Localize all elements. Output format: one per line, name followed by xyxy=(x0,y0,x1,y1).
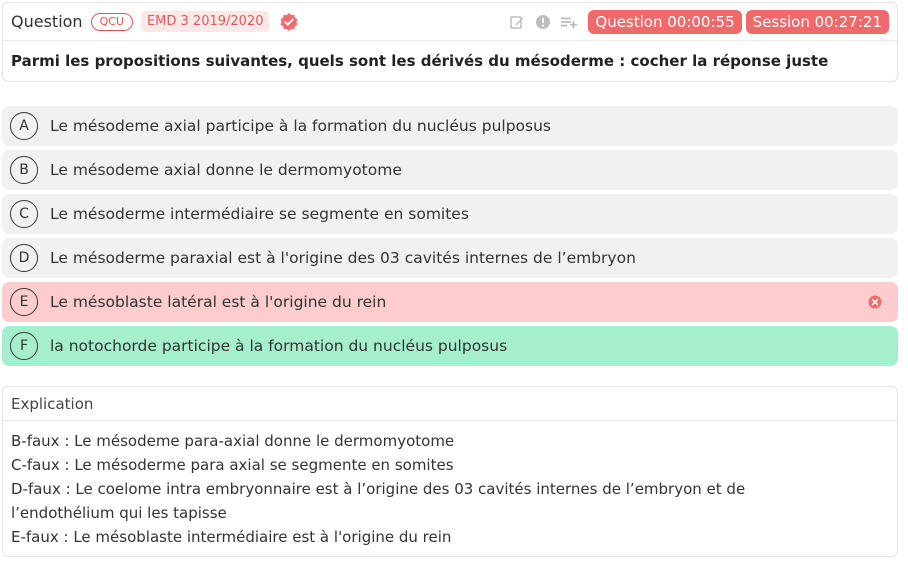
question-type-badge: QCU xyxy=(90,12,133,31)
edit-icon[interactable] xyxy=(508,13,526,31)
question-timer: Question 00:00:55 xyxy=(588,9,742,34)
explanation-line: B-faux : Le mésodeme para-axial donne le… xyxy=(11,432,455,450)
option-letter: E xyxy=(10,288,38,316)
add-to-playlist-icon[interactable] xyxy=(560,13,578,31)
wrong-answer-icon xyxy=(868,294,882,309)
question-text: Parmi les propositions suivantes, quels … xyxy=(11,52,829,70)
option-a[interactable]: A Le mésodeme axial participe à la forma… xyxy=(2,106,898,146)
option-d[interactable]: D Le mésoderme paraxial est à l'origine … xyxy=(2,238,898,278)
option-b[interactable]: B Le mésodeme axial donne le dermomyotom… xyxy=(2,150,898,190)
option-text: Le mésodeme axial participe à la formati… xyxy=(50,117,551,135)
option-text: Le mésoderme intermédiaire se segmente e… xyxy=(50,205,469,223)
explanation-line: E-faux : Le mésoblaste intermédiaire est… xyxy=(11,528,452,546)
explanation-card: Explication B-faux : Le mésodeme para-ax… xyxy=(2,386,898,557)
question-header: Question QCU EMD 3 2019/2020 Question 00… xyxy=(3,3,897,41)
question-card: Question QCU EMD 3 2019/2020 Question 00… xyxy=(2,2,898,82)
explanation-title: Explication xyxy=(3,387,897,421)
report-icon[interactable] xyxy=(534,13,552,31)
option-text: Le mésodeme axial donne le dermomyotome xyxy=(50,161,402,179)
option-text: Le mésoderme paraxial est à l'origine de… xyxy=(50,249,636,267)
explanation-line: D-faux : Le coelome intra embryonnaire e… xyxy=(11,480,746,498)
explanation-line: l’endothélium qui les tapisse xyxy=(11,504,227,522)
option-text: Le mésoblaste latéral est à l'origine du… xyxy=(50,293,387,311)
option-e[interactable]: E Le mésoblaste latéral est à l'origine … xyxy=(2,282,898,322)
option-letter: C xyxy=(10,200,38,228)
option-letter: D xyxy=(10,244,38,272)
explanation-body: B-faux : Le mésodeme para-axial donne le… xyxy=(3,421,897,549)
session-timer: Session 00:27:21 xyxy=(745,9,889,34)
option-c[interactable]: C Le mésoderme intermédiaire se segmente… xyxy=(2,194,898,234)
option-f[interactable]: F la notochorde participe à la formation… xyxy=(2,326,898,366)
option-letter: F xyxy=(10,332,38,360)
explanation-line: C-faux : Le mésoderme para axial se segm… xyxy=(11,456,454,474)
question-label: Question xyxy=(11,12,83,31)
verified-badge-icon xyxy=(279,12,299,32)
option-letter: A xyxy=(10,112,38,140)
option-letter: B xyxy=(10,156,38,184)
option-text: la notochorde participe à la formation d… xyxy=(50,337,508,355)
source-badge: EMD 3 2019/2020 xyxy=(140,11,270,32)
